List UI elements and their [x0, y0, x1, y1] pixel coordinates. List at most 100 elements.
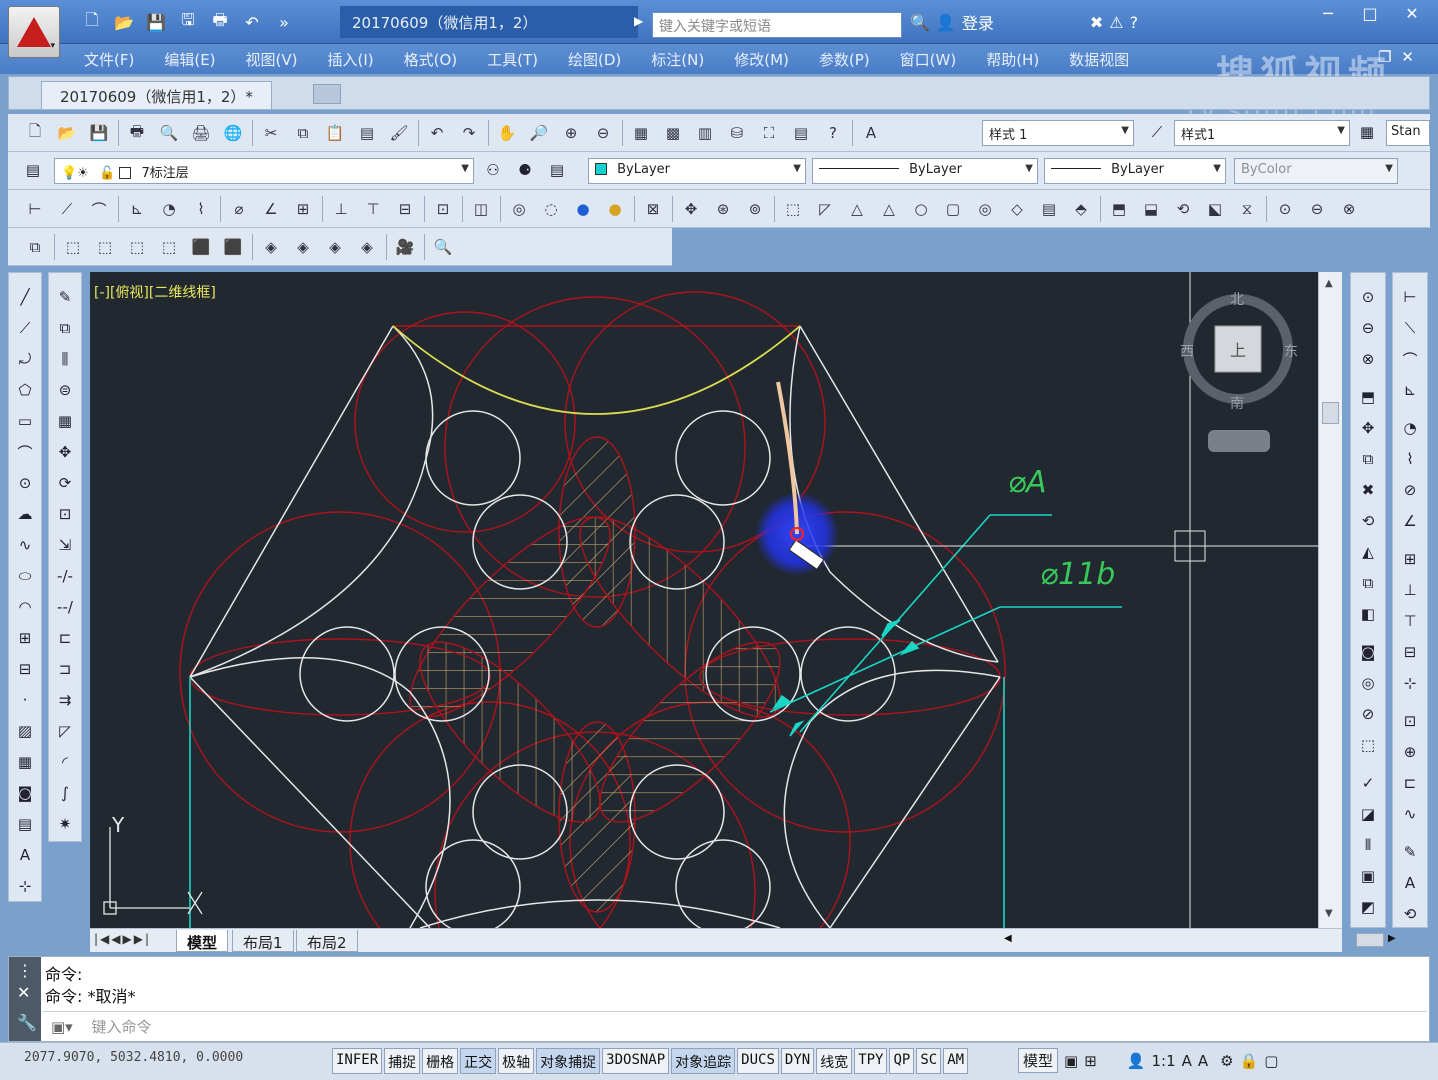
horizontal-scrollbar[interactable]: ◀ ▶	[996, 931, 1396, 949]
revolve-icon[interactable]: ⟲	[1170, 195, 1196, 223]
save-as-icon[interactable]: 🖫	[174, 10, 202, 34]
torus-icon[interactable]: ◎	[972, 195, 998, 223]
viewcube-east[interactable]: 东	[1284, 344, 1298, 360]
gradient-icon[interactable]: ▦	[10, 748, 40, 776]
join-icon[interactable]: ⇉	[50, 686, 80, 714]
menu-dimension[interactable]: 标注(N)	[651, 49, 704, 70]
top-view-icon[interactable]: ⬚	[60, 233, 86, 261]
nw-iso-icon[interactable]: ◈	[354, 233, 380, 261]
render-icon[interactable]: ◫	[468, 195, 494, 223]
diameter-dim-icon[interactable]: ⊘	[1395, 476, 1425, 504]
dim-space-icon[interactable]: ⊟	[1395, 638, 1425, 666]
annotation-scale-icon[interactable]: 👤	[1127, 1052, 1146, 1070]
offset-icon[interactable]: ⊜	[50, 376, 80, 404]
add-selected-icon[interactable]: ⊹	[10, 872, 40, 900]
helix-icon[interactable]: ⧖	[1234, 195, 1260, 223]
union-icon[interactable]: ⊙	[1353, 283, 1383, 311]
explode-icon[interactable]: ✷	[50, 810, 80, 838]
auto-scale-icon[interactable]: A	[1198, 1052, 1208, 1070]
arc-length-icon[interactable]: ⌒	[1395, 345, 1425, 373]
open-icon[interactable]: 📂	[54, 119, 80, 147]
polyline-icon[interactable]: ⤾	[10, 345, 40, 373]
polygon-icon[interactable]: ⬠	[10, 376, 40, 404]
calculator-icon[interactable]: ▤	[788, 119, 814, 147]
aligned-dim-icon[interactable]: ⟋	[54, 195, 80, 223]
continue-dim-icon[interactable]: ⊤	[360, 195, 386, 223]
blend-curves-icon[interactable]: ∫	[50, 779, 80, 807]
status-toggle-ducs[interactable]: DUCS	[737, 1048, 779, 1074]
quick-view-drawings-icon[interactable]: ⊞	[1084, 1052, 1097, 1070]
tab-layout1[interactable]: 布局1	[232, 930, 294, 952]
tab-model[interactable]: 模型	[176, 930, 229, 952]
array-icon[interactable]: ▦	[50, 407, 80, 435]
menu-format[interactable]: 格式(O)	[404, 49, 458, 70]
break-at-point-icon[interactable]: ⊏	[50, 624, 80, 652]
undo-icon[interactable]: ↶	[238, 10, 266, 34]
copy-object-icon[interactable]: ⧉	[50, 314, 80, 342]
status-toggle-am[interactable]: AM	[943, 1048, 969, 1074]
menu-parametric[interactable]: 参数(P)	[819, 49, 870, 70]
insert-block-icon[interactable]: ⊞	[10, 624, 40, 652]
viewcube-face-top[interactable]: 上	[1230, 341, 1246, 360]
properties-icon[interactable]: ▦	[628, 119, 654, 147]
clean-icon[interactable]: ◎	[1353, 669, 1383, 697]
lights-icon[interactable]: ◎	[506, 195, 532, 223]
offset-faces-icon[interactable]: ⧉	[1353, 445, 1383, 473]
break-icon[interactable]: ⊐	[50, 655, 80, 683]
application-menu-button[interactable]: ▾	[8, 6, 60, 58]
login-link[interactable]: 登录	[962, 10, 994, 34]
ne-iso-icon[interactable]: ◈	[322, 233, 348, 261]
plotstyle-select[interactable]: ByColor ▼	[1234, 158, 1398, 184]
named-views-icon[interactable]: ⧉	[22, 233, 48, 261]
status-toggle-极轴[interactable]: 极轴	[498, 1048, 535, 1074]
menu-window[interactable]: 窗口(W)	[900, 49, 957, 70]
plot-icon[interactable]: 🖶	[124, 119, 150, 147]
move-icon[interactable]: ✥	[50, 438, 80, 466]
save-icon[interactable]: 💾	[86, 119, 112, 147]
undo-icon[interactable]: ↶	[424, 119, 450, 147]
rotate-faces-icon[interactable]: ⟲	[1353, 507, 1383, 535]
table-icon[interactable]: ▤	[10, 810, 40, 838]
radius-dim-icon[interactable]: ◔	[1395, 414, 1425, 442]
render-region-icon[interactable]: ⊠	[640, 195, 666, 223]
orbit-icon[interactable]: ✥	[678, 195, 704, 223]
section-plane-icon[interactable]: ◩	[1353, 893, 1383, 921]
baseline-dim-icon[interactable]: ⊥	[328, 195, 354, 223]
color-select[interactable]: ByLayer ▼	[588, 158, 806, 184]
status-toggle-栅格[interactable]: 栅格	[422, 1048, 459, 1074]
workspace-switch-icon[interactable]: ⚙	[1220, 1052, 1233, 1070]
sw-iso-icon[interactable]: ◈	[258, 233, 284, 261]
clean-screen-icon[interactable]: ▢	[1264, 1052, 1278, 1070]
dim-style-select[interactable]: 样式1 ▼	[1174, 120, 1350, 146]
multiline-text-icon[interactable]: A	[10, 841, 40, 869]
dim-space-icon[interactable]: ⊟	[392, 195, 418, 223]
delete-faces-icon[interactable]: ✖	[1353, 476, 1383, 504]
status-toggle-3dosnap[interactable]: 3DOSNAP	[602, 1048, 670, 1074]
menu-view[interactable]: 视图(V)	[246, 49, 298, 70]
viewcube-north[interactable]: 北	[1230, 292, 1244, 308]
angular-dim-icon[interactable]: ∠	[1395, 507, 1425, 535]
binoculars-icon[interactable]: 🔍	[910, 13, 930, 32]
spline-icon[interactable]: ∿	[10, 531, 40, 559]
quick-view-layouts-icon[interactable]: ▣	[1064, 1052, 1078, 1070]
linetype-select[interactable]: ByLayer ▼	[812, 158, 1038, 184]
new-icon[interactable]: 🗋	[22, 119, 48, 147]
diameter-dim-icon[interactable]: ⌀	[226, 195, 252, 223]
ordinate-dim-icon[interactable]: ⊾	[1395, 376, 1425, 404]
continue-dim-icon[interactable]: ⊤	[1395, 607, 1425, 635]
layer-previous-icon[interactable]: ⚈	[510, 156, 540, 184]
menu-insert[interactable]: 插入(I)	[328, 49, 374, 70]
viewcube[interactable]	[1183, 294, 1293, 452]
status-toggle-infer[interactable]: INFER	[332, 1048, 383, 1074]
baseline-dim-icon[interactable]: ⊥	[1395, 576, 1425, 604]
layer-select[interactable]: 💡☀ 🔓 7标注层 ▼	[54, 158, 474, 184]
menu-tools[interactable]: 工具(T)	[487, 49, 538, 70]
annotation-visibility-icon[interactable]: A	[1182, 1052, 1192, 1070]
sphere-blue-icon[interactable]: ●	[570, 195, 596, 223]
menu-data-view[interactable]: 数据视图	[1069, 49, 1129, 70]
status-toggle-捕捉[interactable]: 捕捉	[384, 1048, 421, 1074]
match-properties-icon[interactable]: 🖌	[386, 119, 412, 147]
subtract-icon[interactable]: ⊖	[1353, 314, 1383, 342]
dimension-label-a[interactable]: ⌀A	[1008, 465, 1047, 500]
tolerance-icon[interactable]: ⊡	[1395, 707, 1425, 735]
